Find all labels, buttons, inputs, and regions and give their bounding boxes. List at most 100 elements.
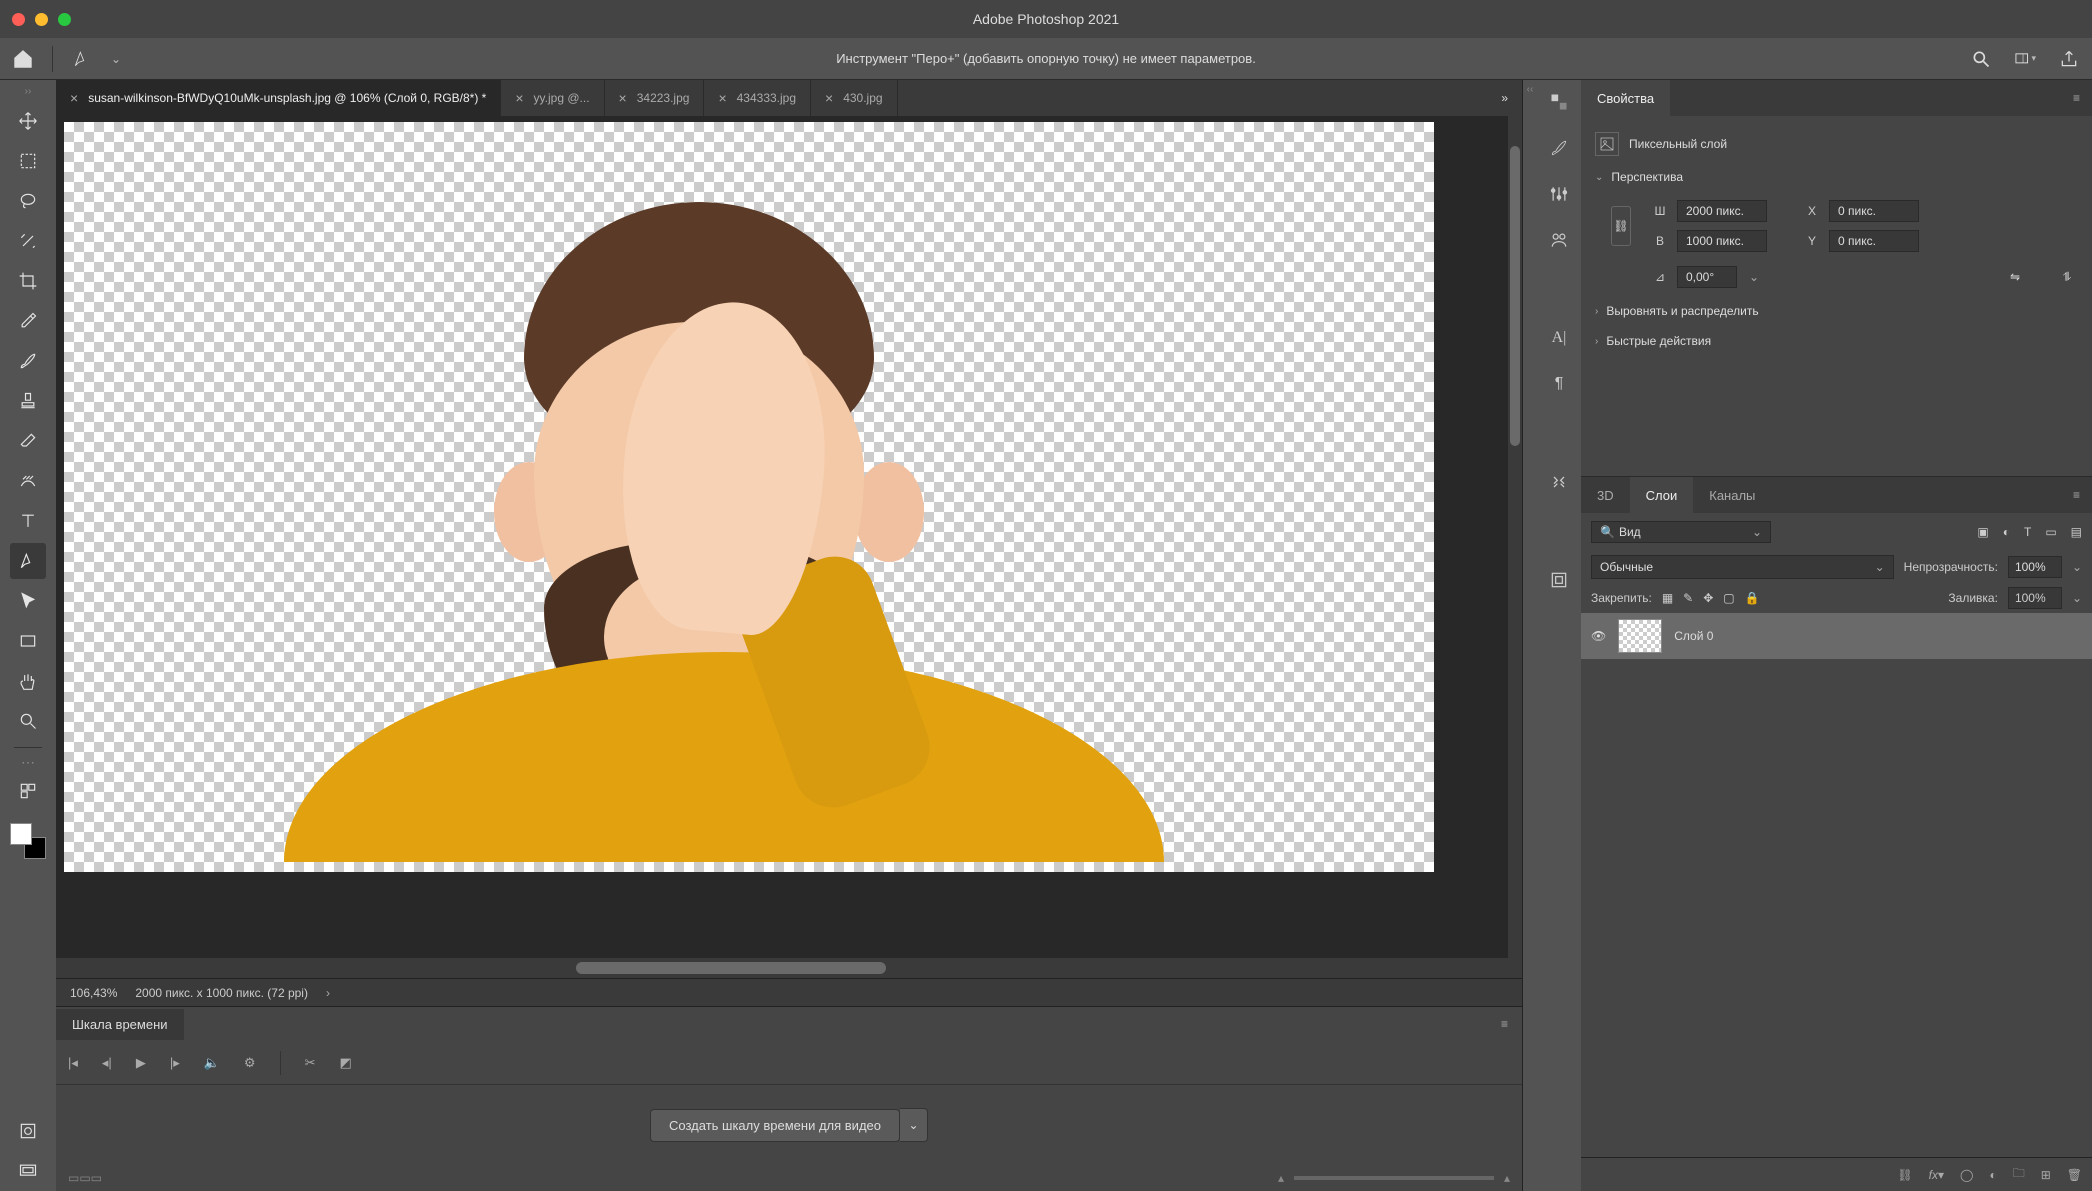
screen-mode-icon[interactable] [10, 1153, 46, 1189]
canvas-viewport[interactable] [56, 116, 1522, 958]
3d-tab[interactable]: 3D [1581, 477, 1630, 513]
opacity-field[interactable]: 100% [2008, 556, 2062, 578]
close-tab-icon[interactable]: × [70, 90, 78, 106]
angle-field[interactable]: 0,00° [1677, 266, 1737, 288]
close-tab-icon[interactable]: × [825, 90, 833, 106]
status-more-icon[interactable]: › [326, 986, 330, 1000]
right-collapse-icon[interactable]: ‹‹ [1523, 80, 1537, 1191]
filter-type-icon[interactable]: T [2024, 525, 2031, 539]
align-section-header[interactable]: › Выровнять и распределить [1595, 296, 2078, 326]
type-tool[interactable] [10, 503, 46, 539]
pen-tool[interactable] [10, 543, 46, 579]
paragraph-panel-icon[interactable]: ¶ [1547, 372, 1571, 396]
height-field[interactable]: 1000 пикс. [1677, 230, 1767, 252]
fill-field[interactable]: 100% [2008, 587, 2062, 609]
quick-mask-icon[interactable] [10, 1113, 46, 1149]
filter-adjustment-icon[interactable]: ◐ [2003, 525, 2010, 539]
vertical-scrollbar[interactable] [1508, 116, 1522, 958]
color-swatches[interactable] [10, 823, 46, 859]
gradient-tool[interactable] [10, 463, 46, 499]
history-panel-icon[interactable] [1547, 568, 1571, 592]
document-tab[interactable]: × susan-wilkinson-BfWDyQ10uMk-unsplash.j… [56, 80, 501, 116]
tool-dropdown-icon[interactable]: ⌄ [111, 52, 121, 66]
layer-name[interactable]: Слой 0 [1674, 629, 1713, 643]
lock-artboard-icon[interactable]: ▢ [1723, 591, 1734, 605]
zoom-level[interactable]: 106,43% [70, 986, 117, 1000]
maximize-window-button[interactable] [58, 13, 71, 26]
home-button[interactable] [12, 48, 34, 70]
brushes-panel-icon[interactable] [1547, 136, 1571, 160]
character-panel-icon[interactable]: A| [1547, 326, 1571, 350]
layer-item[interactable]: 👁 Слой 0 [1581, 613, 2092, 659]
magic-wand-tool[interactable] [10, 223, 46, 259]
timeline-slider-min-icon[interactable]: ▴ [1278, 1171, 1284, 1185]
zoom-tool[interactable] [10, 703, 46, 739]
fill-dropdown-icon[interactable]: ⌄ [2072, 591, 2082, 605]
new-layer-icon[interactable]: ⊞ [2041, 1168, 2051, 1182]
color-panel-icon[interactable] [1547, 90, 1571, 114]
x-field[interactable]: 0 пикс. [1829, 200, 1919, 222]
blend-mode-dropdown[interactable]: Обычные⌄ [1591, 555, 1894, 579]
lock-all-icon[interactable]: 🔒 [1745, 591, 1760, 605]
timeline-slider-max-icon[interactable]: ▴ [1504, 1171, 1510, 1185]
document-tab[interactable]: × 34223.jpg [605, 80, 705, 116]
lock-position-icon[interactable]: ✥ [1703, 591, 1713, 605]
delete-layer-icon[interactable]: 🗑 [2067, 1168, 2082, 1182]
flip-horizontal-icon[interactable]: ⇋ [2004, 266, 2026, 288]
close-tab-icon[interactable]: × [718, 90, 726, 106]
path-selection-tool[interactable] [10, 583, 46, 619]
crop-tool[interactable] [10, 263, 46, 299]
document-tab[interactable]: × 430.jpg [811, 80, 898, 116]
split-icon[interactable]: ✂ [305, 1055, 316, 1071]
timeline-zoom-slider[interactable] [1294, 1176, 1494, 1180]
lasso-tool[interactable] [10, 183, 46, 219]
properties-tab[interactable]: Свойства [1581, 80, 1670, 116]
document-tab[interactable]: × 434333.jpg [704, 80, 811, 116]
go-to-first-frame-icon[interactable]: |◂ [68, 1055, 78, 1071]
libraries-panel-icon[interactable] [1547, 228, 1571, 252]
play-icon[interactable]: ▶ [136, 1055, 146, 1071]
width-field[interactable]: 2000 пикс. [1677, 200, 1767, 222]
minimize-window-button[interactable] [35, 13, 48, 26]
tool-extras-icon[interactable]: ⋯ [21, 754, 35, 771]
eyedropper-tool[interactable] [10, 303, 46, 339]
close-tab-icon[interactable]: × [619, 90, 627, 106]
close-tab-icon[interactable]: × [515, 90, 523, 106]
edit-toolbar-icon[interactable] [10, 773, 46, 809]
next-frame-icon[interactable]: |▸ [170, 1055, 180, 1071]
share-icon[interactable] [2058, 48, 2080, 70]
panel-menu-icon[interactable]: ≡ [2061, 91, 2092, 105]
filter-pixel-icon[interactable]: ▣ [1977, 525, 1988, 539]
opacity-dropdown-icon[interactable]: ⌄ [2072, 560, 2082, 574]
mute-icon[interactable]: 🔈 [204, 1055, 220, 1071]
foreground-color-swatch[interactable] [10, 823, 32, 845]
close-window-button[interactable] [12, 13, 25, 26]
stamp-tool[interactable] [10, 383, 46, 419]
tabs-overflow-icon[interactable]: » [1487, 80, 1522, 116]
layer-filter-dropdown[interactable]: 🔍 Вид ⌄ [1591, 521, 1771, 543]
new-group-icon[interactable]: 🗀 [2013, 1164, 2025, 1185]
current-tool-icon[interactable] [71, 48, 93, 70]
document-info[interactable]: 2000 пикс. x 1000 пикс. (72 ppi) [135, 986, 308, 1000]
document-tab[interactable]: × yy.jpg @... [501, 80, 604, 116]
adjustments-panel-icon[interactable] [1547, 182, 1571, 206]
flip-vertical-icon[interactable]: ⥮ [2056, 266, 2078, 288]
move-tool[interactable] [10, 103, 46, 139]
panel-menu-icon[interactable]: ≡ [1487, 1017, 1522, 1031]
timeline-tab[interactable]: Шкала времени [56, 1009, 184, 1040]
prev-frame-icon[interactable]: ◂| [102, 1055, 112, 1071]
canvas[interactable] [64, 122, 1434, 872]
brush-tool[interactable] [10, 343, 46, 379]
filter-shape-icon[interactable]: ▭ [2045, 525, 2056, 539]
create-timeline-button[interactable]: Создать шкалу времени для видео [650, 1109, 900, 1142]
adjustment-layer-icon[interactable]: ◐ [1989, 1168, 1996, 1182]
settings-icon[interactable]: ⚙ [244, 1055, 256, 1071]
filter-smart-icon[interactable]: ▤ [2071, 525, 2082, 539]
transition-icon[interactable]: ◩ [339, 1055, 351, 1071]
link-layers-icon[interactable]: ⛓ [1897, 1168, 1912, 1182]
marquee-tool[interactable] [10, 143, 46, 179]
add-mask-icon[interactable]: ◯ [1960, 1168, 1973, 1182]
timeline-zoom-out-icon[interactable]: ▭▭▭ [68, 1171, 102, 1185]
quick-actions-section-header[interactable]: › Быстрые действия [1595, 326, 2078, 356]
panel-menu-icon[interactable]: ≡ [2061, 488, 2092, 502]
